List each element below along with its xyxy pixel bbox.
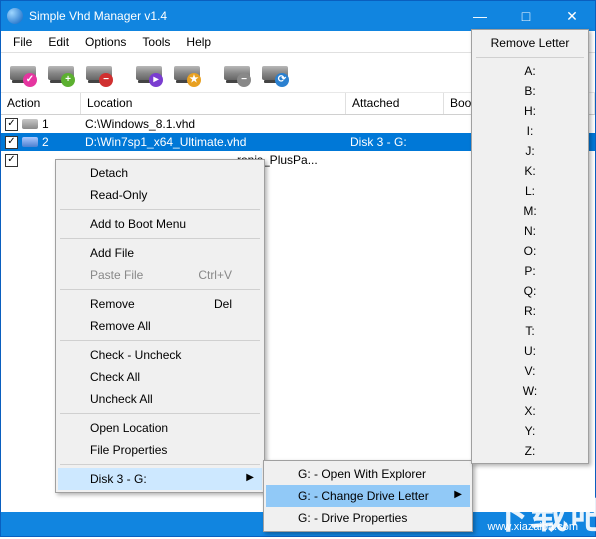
letter-item[interactable]: K: <box>474 161 586 181</box>
ctx-remove-all[interactable]: Remove All <box>58 315 262 337</box>
letter-item[interactable]: Y: <box>474 421 586 441</box>
ctx-add-boot[interactable]: Add to Boot Menu <box>58 213 262 235</box>
titlebar[interactable]: Simple Vhd Manager v1.4 — □ ✕ <box>1 1 595 31</box>
row-checkbox[interactable]: ✓ <box>5 154 18 167</box>
menu-help[interactable]: Help <box>178 33 219 51</box>
header-location[interactable]: Location <box>81 93 346 114</box>
ctx-remove[interactable]: RemoveDel <box>58 293 262 315</box>
letter-item[interactable]: J: <box>474 141 586 161</box>
tool-boot[interactable]: ▸ <box>133 57 165 89</box>
ctx-add-file[interactable]: Add File <box>58 242 262 264</box>
ctx-open-location[interactable]: Open Location <box>58 417 262 439</box>
tool-attach[interactable]: ✓ <box>7 57 39 89</box>
chevron-right-icon: ▶ <box>246 472 254 483</box>
letter-item[interactable]: N: <box>474 221 586 241</box>
sub-drive-properties[interactable]: G: - Drive Properties <box>266 507 470 529</box>
disk-icon <box>22 119 38 129</box>
tool-detach[interactable]: − <box>221 57 253 89</box>
menu-file[interactable]: File <box>5 33 40 51</box>
letter-item[interactable]: Z: <box>474 441 586 461</box>
ctx-paste-file: Paste FileCtrl+V <box>58 264 262 286</box>
letter-item[interactable]: R: <box>474 301 586 321</box>
close-button[interactable]: ✕ <box>549 1 595 31</box>
submenu-disk: G: - Open With Explorer G: - Change Driv… <box>263 460 473 532</box>
ctx-readonly[interactable]: Read-Only <box>58 184 262 206</box>
disk-icon <box>22 137 38 147</box>
letter-item[interactable]: I: <box>474 121 586 141</box>
letters-title: Remove Letter <box>474 32 586 54</box>
letter-item[interactable]: L: <box>474 181 586 201</box>
app-icon <box>7 8 23 24</box>
ctx-uncheck-all[interactable]: Uncheck All <box>58 388 262 410</box>
letter-item[interactable]: T: <box>474 321 586 341</box>
letter-item[interactable]: P: <box>474 261 586 281</box>
letter-item[interactable]: H: <box>474 101 586 121</box>
ctx-detach[interactable]: Detach <box>58 162 262 184</box>
maximize-button[interactable]: □ <box>503 1 549 31</box>
ctx-check-all[interactable]: Check All <box>58 366 262 388</box>
letter-item[interactable]: B: <box>474 81 586 101</box>
letter-item[interactable]: O: <box>474 241 586 261</box>
sub-open-explorer[interactable]: G: - Open With Explorer <box>266 463 470 485</box>
ctx-disk-submenu[interactable]: Disk 3 - G:▶ <box>58 468 262 490</box>
minimize-button[interactable]: — <box>457 1 503 31</box>
tool-refresh[interactable]: ⟳ <box>259 57 291 89</box>
header-action[interactable]: Action <box>1 93 81 114</box>
menu-options[interactable]: Options <box>77 33 134 51</box>
row-checkbox[interactable]: ✓ <box>5 118 18 131</box>
tool-add[interactable]: + <box>45 57 77 89</box>
letter-item[interactable]: M: <box>474 201 586 221</box>
tool-remove[interactable]: − <box>83 57 115 89</box>
app-title: Simple Vhd Manager v1.4 <box>29 9 457 23</box>
menu-edit[interactable]: Edit <box>40 33 77 51</box>
header-attached[interactable]: Attached <box>346 93 444 114</box>
context-menu: Detach Read-Only Add to Boot Menu Add Fi… <box>55 159 265 493</box>
chevron-right-icon: ▶ <box>454 489 462 500</box>
submenu-letters: Remove Letter A:B:H:I:J:K:L:M:N:O:P:Q:R:… <box>471 29 589 464</box>
letter-item[interactable]: A: <box>474 61 586 81</box>
sub-change-letter[interactable]: G: - Change Drive Letter▶ <box>266 485 470 507</box>
letter-item[interactable]: W: <box>474 381 586 401</box>
tool-options[interactable]: ★ <box>171 57 203 89</box>
letter-item[interactable]: X: <box>474 401 586 421</box>
row-checkbox[interactable]: ✓ <box>5 136 18 149</box>
letter-item[interactable]: U: <box>474 341 586 361</box>
ctx-file-properties[interactable]: File Properties <box>58 439 262 461</box>
ctx-check-uncheck[interactable]: Check - Uncheck <box>58 344 262 366</box>
letter-item[interactable]: Q: <box>474 281 586 301</box>
menu-tools[interactable]: Tools <box>134 33 178 51</box>
letter-item[interactable]: V: <box>474 361 586 381</box>
